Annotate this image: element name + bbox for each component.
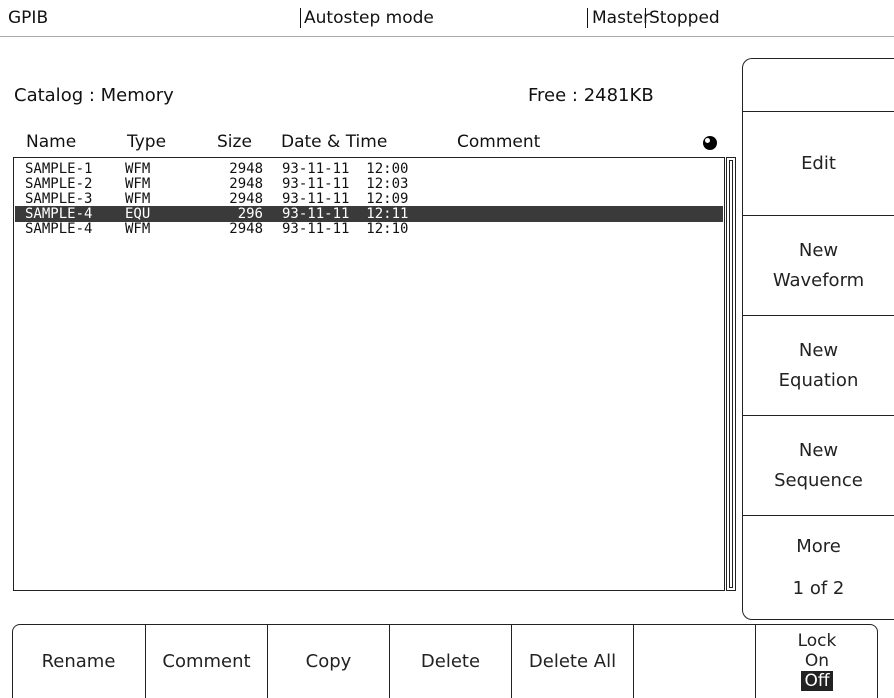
file-size: 296	[237, 206, 263, 222]
status-divider	[300, 8, 301, 28]
new-equation-button[interactable]: New Equation	[743, 315, 894, 416]
empty-softkey[interactable]	[634, 624, 756, 698]
rename-label: Rename	[41, 650, 116, 672]
file-datetime: 93-11-11 12:09	[282, 191, 409, 207]
file-datetime: 93-11-11 12:11	[282, 206, 409, 222]
more-label: More	[796, 536, 841, 557]
file-name: SAMPLE-3	[25, 191, 93, 207]
edit-label: Edit	[801, 153, 836, 174]
column-size[interactable]: Size	[217, 132, 252, 152]
status-bar: GPIB Autostep mode Master Stopped	[0, 0, 894, 37]
rename-button[interactable]: Rename	[12, 624, 146, 698]
file-size: 2948	[229, 161, 263, 177]
delete-label: Delete	[420, 650, 481, 672]
lock-on-option: On	[804, 651, 830, 671]
copy-label: Copy	[305, 650, 352, 672]
file-type: WFM	[125, 221, 151, 237]
file-name: SAMPLE-4	[25, 221, 93, 237]
new-waveform-button[interactable]: New Waveform	[743, 215, 894, 316]
file-datetime: 93-11-11 12:00	[282, 161, 409, 177]
table-row[interactable]: SAMPLE-4 EQU 296 93-11-11 12:11	[15, 206, 723, 222]
status-divider	[645, 8, 646, 28]
file-size: 2948	[229, 221, 263, 237]
comment-label: Comment	[162, 650, 251, 672]
lock-off-option: Off	[801, 671, 833, 691]
lock-toggle[interactable]: Lock On Off	[756, 624, 878, 698]
file-datetime: 93-11-11 12:10	[282, 221, 409, 237]
table-row[interactable]: SAMPLE-1 WFM 2948 93-11-11 12:00	[15, 161, 723, 177]
delete-all-label: Delete All	[528, 650, 617, 672]
column-datetime[interactable]: Date & Time	[281, 132, 387, 152]
file-datetime: 93-11-11 12:03	[282, 176, 409, 192]
free-memory: Free : 2481KB	[528, 85, 654, 106]
side-menu: Edit New Waveform New Equation New Seque…	[742, 58, 894, 620]
catalog-title: Catalog : Memory	[14, 85, 174, 106]
status-interface: GPIB	[8, 8, 49, 28]
status-mode: Autostep mode	[304, 8, 434, 28]
file-type: WFM	[125, 176, 151, 192]
column-comment[interactable]: Comment	[457, 132, 540, 152]
file-type: WFM	[125, 161, 151, 177]
file-size: 2948	[229, 191, 263, 207]
new-sequence-label-2: Sequence	[774, 470, 863, 491]
scrollbar-thumb[interactable]	[729, 160, 733, 588]
delete-all-button[interactable]: Delete All	[512, 624, 634, 698]
status-separator	[0, 36, 894, 37]
page-indicator: 1 of 2	[792, 578, 845, 599]
status-divider	[587, 8, 588, 28]
column-name[interactable]: Name	[26, 132, 76, 152]
copy-button[interactable]: Copy	[268, 624, 390, 698]
table-row[interactable]: SAMPLE-3 WFM 2948 93-11-11 12:09	[15, 191, 723, 207]
new-sequence-button[interactable]: New Sequence	[743, 415, 894, 516]
file-name: SAMPLE-1	[25, 161, 93, 177]
file-name: SAMPLE-2	[25, 176, 93, 192]
file-list[interactable]: SAMPLE-1 WFM 2948 93-11-11 12:00 SAMPLE-2 WFM…	[13, 157, 725, 591]
scrollbar[interactable]	[726, 157, 736, 591]
file-name: SAMPLE-4	[25, 206, 93, 222]
lock-label: Lock	[797, 631, 837, 651]
column-type[interactable]: Type	[127, 132, 166, 152]
file-type: EQU	[125, 206, 151, 222]
status-state: Stopped	[649, 8, 720, 28]
edit-button[interactable]: Edit	[743, 111, 894, 216]
table-row[interactable]: SAMPLE-4 WFM 2948 93-11-11 12:10	[15, 221, 723, 237]
file-size: 2948	[229, 176, 263, 192]
new-waveform-label-1: New	[798, 240, 839, 261]
new-equation-label-1: New	[798, 340, 839, 361]
comment-button[interactable]: Comment	[146, 624, 268, 698]
delete-button[interactable]: Delete	[390, 624, 512, 698]
file-type: WFM	[125, 191, 151, 207]
new-waveform-label-2: Waveform	[772, 270, 865, 291]
table-row[interactable]: SAMPLE-2 WFM 2948 93-11-11 12:03	[15, 176, 723, 192]
busy-indicator-icon	[703, 136, 717, 150]
status-role: Master	[592, 8, 651, 28]
new-equation-label-2: Equation	[778, 370, 859, 391]
new-sequence-label-1: New	[798, 440, 839, 461]
bottom-menu: Rename Comment Copy Delete Delete All Lo…	[12, 624, 878, 698]
more-button[interactable]: More 1 of 2	[743, 515, 894, 620]
